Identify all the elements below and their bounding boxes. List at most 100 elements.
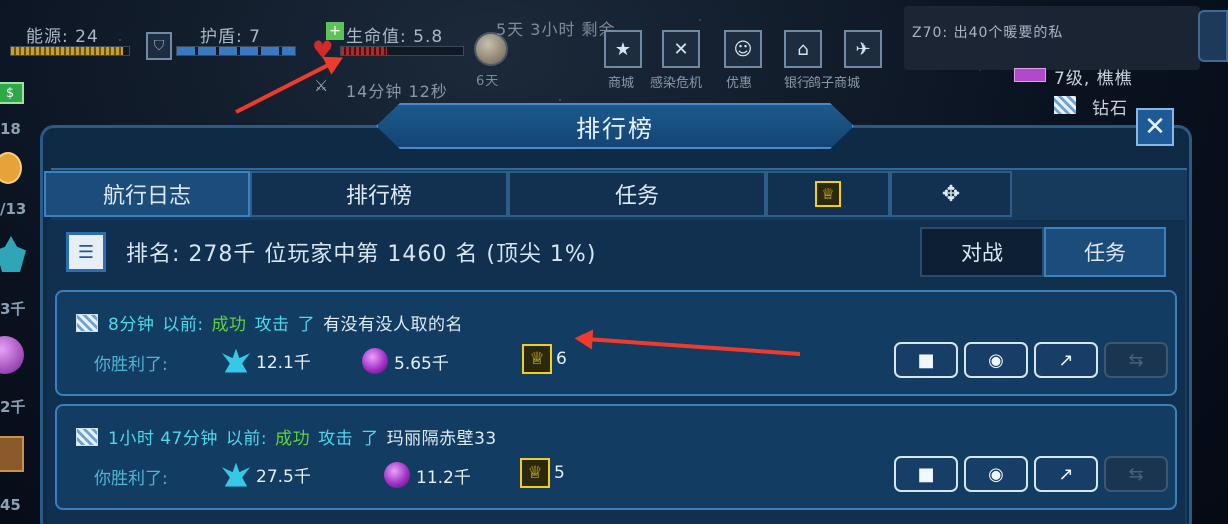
victory-label: 你胜利了: <box>94 355 168 375</box>
top-button-label: 银行 <box>784 76 811 91</box>
log-entry-time: 1小时 47分钟 <box>108 429 218 449</box>
left-counter: 3千 <box>0 300 26 318</box>
player-level: 7级, 樵樵 <box>1054 69 1133 89</box>
chat-message: Z70: 出40个暖要的私 <box>912 25 1064 41</box>
tab-1[interactable]: 排行榜 <box>250 171 508 217</box>
days-label: 6天 <box>476 74 500 89</box>
log-entry-ago: 以前: <box>225 429 268 449</box>
crystal-reward: 12.1千 <box>222 348 311 373</box>
trophy-amount: 5 <box>554 463 565 483</box>
plane-icon-glyph: ✈ <box>855 38 871 60</box>
tab-2[interactable]: 任务 <box>508 171 766 217</box>
tab-4[interactable]: ✥ <box>890 171 1012 217</box>
trophy-reward: ♕ 6 <box>522 344 567 374</box>
share-button[interactable]: ↗ <box>1034 342 1098 378</box>
left-counter: 18 <box>0 120 21 138</box>
crystal-reward: 27.5千 <box>222 462 311 487</box>
top-button-label: 商城 <box>608 76 635 91</box>
log-entry-result: 成功 <box>275 429 311 449</box>
top-button-label: 优惠 <box>726 76 753 91</box>
share-icon: ↗ <box>1058 349 1074 371</box>
face-icon-glyph: ☺ <box>733 38 753 60</box>
dialog-title: 排行榜 <box>576 114 654 143</box>
shield-icon <box>76 428 98 446</box>
segment-label: 对战 <box>961 241 1003 265</box>
left-counter: 45 <box>0 496 21 514</box>
log-entry-ago: 以前: <box>162 315 204 335</box>
energy-label: 能源: 24 <box>26 27 99 47</box>
video-icon: ■ <box>917 349 935 371</box>
revenge-button[interactable]: ⇆ <box>1104 342 1168 378</box>
move-icon: ✥ <box>941 181 961 207</box>
top-button-1[interactable]: ✕ <box>662 30 700 68</box>
log-entry-particle: 了 <box>361 429 379 449</box>
share-button[interactable]: ↗ <box>1034 456 1098 492</box>
rank-summary: 排名: 278千 位玩家中第 1460 名 (顶尖 1%) <box>126 242 597 267</box>
diamond-label: 钻石 <box>1092 99 1128 119</box>
revenge-button[interactable]: ⇆ <box>1104 456 1168 492</box>
trophy-icon: ♕ <box>520 458 550 488</box>
arrows-icon: ⇆ <box>1128 463 1144 485</box>
log-entry-particle: 了 <box>297 315 316 335</box>
level-badge-icon <box>1014 68 1046 82</box>
victory-label: 你胜利了: <box>94 469 168 489</box>
chat-panel[interactable]: Z70: 出40个暖要的私 <box>904 6 1200 70</box>
hull-bar <box>340 46 464 56</box>
left-counter: /13 <box>0 200 27 218</box>
eye-icon: ◉ <box>988 463 1004 485</box>
top-button-label: 鸽子商城 <box>808 76 861 91</box>
tab-3[interactable]: ♕ <box>766 171 890 217</box>
log-entry-target: 有没有没人取的名 <box>323 315 464 335</box>
shield-icon <box>76 314 98 332</box>
orb-icon <box>384 462 410 488</box>
trophy-reward: ♕ 5 <box>520 458 565 488</box>
orb-amount: 11.2千 <box>416 467 471 488</box>
replay-button[interactable]: ■ <box>894 342 958 378</box>
view-button[interactable]: ◉ <box>964 456 1028 492</box>
crystal-icon <box>222 462 250 487</box>
orb-reward: 5.65千 <box>362 348 449 374</box>
orb-icon <box>362 348 388 374</box>
tab-label: 航行日志 <box>102 184 191 209</box>
crystal-amount: 27.5千 <box>256 467 311 487</box>
top-button-0[interactable]: ★ <box>604 30 642 68</box>
log-entry-result: 成功 <box>211 315 247 335</box>
energy-bar <box>10 46 130 56</box>
trophy-icon: ♕ <box>522 344 552 374</box>
crystal-stack-icon <box>0 236 26 272</box>
eye-icon: ◉ <box>988 349 1004 371</box>
right-edge-button[interactable] <box>1198 10 1228 62</box>
replay-button[interactable]: ■ <box>894 456 958 492</box>
log-entry-action: 攻击 <box>254 315 290 335</box>
x-icon-glyph: ✕ <box>673 38 689 60</box>
log-entry-title: 8分钟 以前: 成功 攻击了有没有没人取的名 <box>76 310 471 335</box>
hull-label: 生命值: 5.8 <box>346 27 444 47</box>
tab-label: 排行榜 <box>345 184 412 209</box>
segment-0[interactable]: 对战 <box>920 227 1044 277</box>
timer-top: 5天 3小时 剩余 <box>496 20 616 39</box>
close-button[interactable]: ✕ <box>1136 108 1174 146</box>
arrows-icon: ⇆ <box>1128 349 1144 371</box>
trophy-amount: 6 <box>556 349 567 369</box>
shield-icon: ⛉ <box>146 32 172 60</box>
log-entry-title: 1小时 47分钟 以前: 成功 攻击了玛丽隔赤壁33 <box>76 424 505 449</box>
top-button-4[interactable]: ✈ <box>844 30 882 68</box>
chest-icon[interactable] <box>0 436 24 472</box>
shield-bar <box>176 46 296 56</box>
top-button-label: 感染危机 <box>650 76 703 91</box>
shield-label: 护盾: 7 <box>200 27 261 47</box>
tab-label: 任务 <box>614 184 659 209</box>
segment-label: 任务 <box>1084 241 1126 265</box>
cash-icon[interactable]: $ <box>0 82 24 104</box>
top-button-3[interactable]: ⌂ <box>784 30 822 68</box>
orb-stack-icon <box>0 336 24 374</box>
log-entry-target: 玛丽隔赤壁33 <box>386 429 497 449</box>
badge-icon[interactable] <box>0 152 22 184</box>
view-button[interactable]: ◉ <box>964 342 1028 378</box>
orb-amount: 5.65千 <box>394 353 449 374</box>
trophy-icon: ♕ <box>815 181 841 207</box>
crossed-swords-icon: ⚔ <box>314 76 329 95</box>
segment-1[interactable]: 任务 <box>1044 227 1166 277</box>
top-button-2[interactable]: ☺ <box>724 30 762 68</box>
tab-0[interactable]: 航行日志 <box>44 171 250 217</box>
